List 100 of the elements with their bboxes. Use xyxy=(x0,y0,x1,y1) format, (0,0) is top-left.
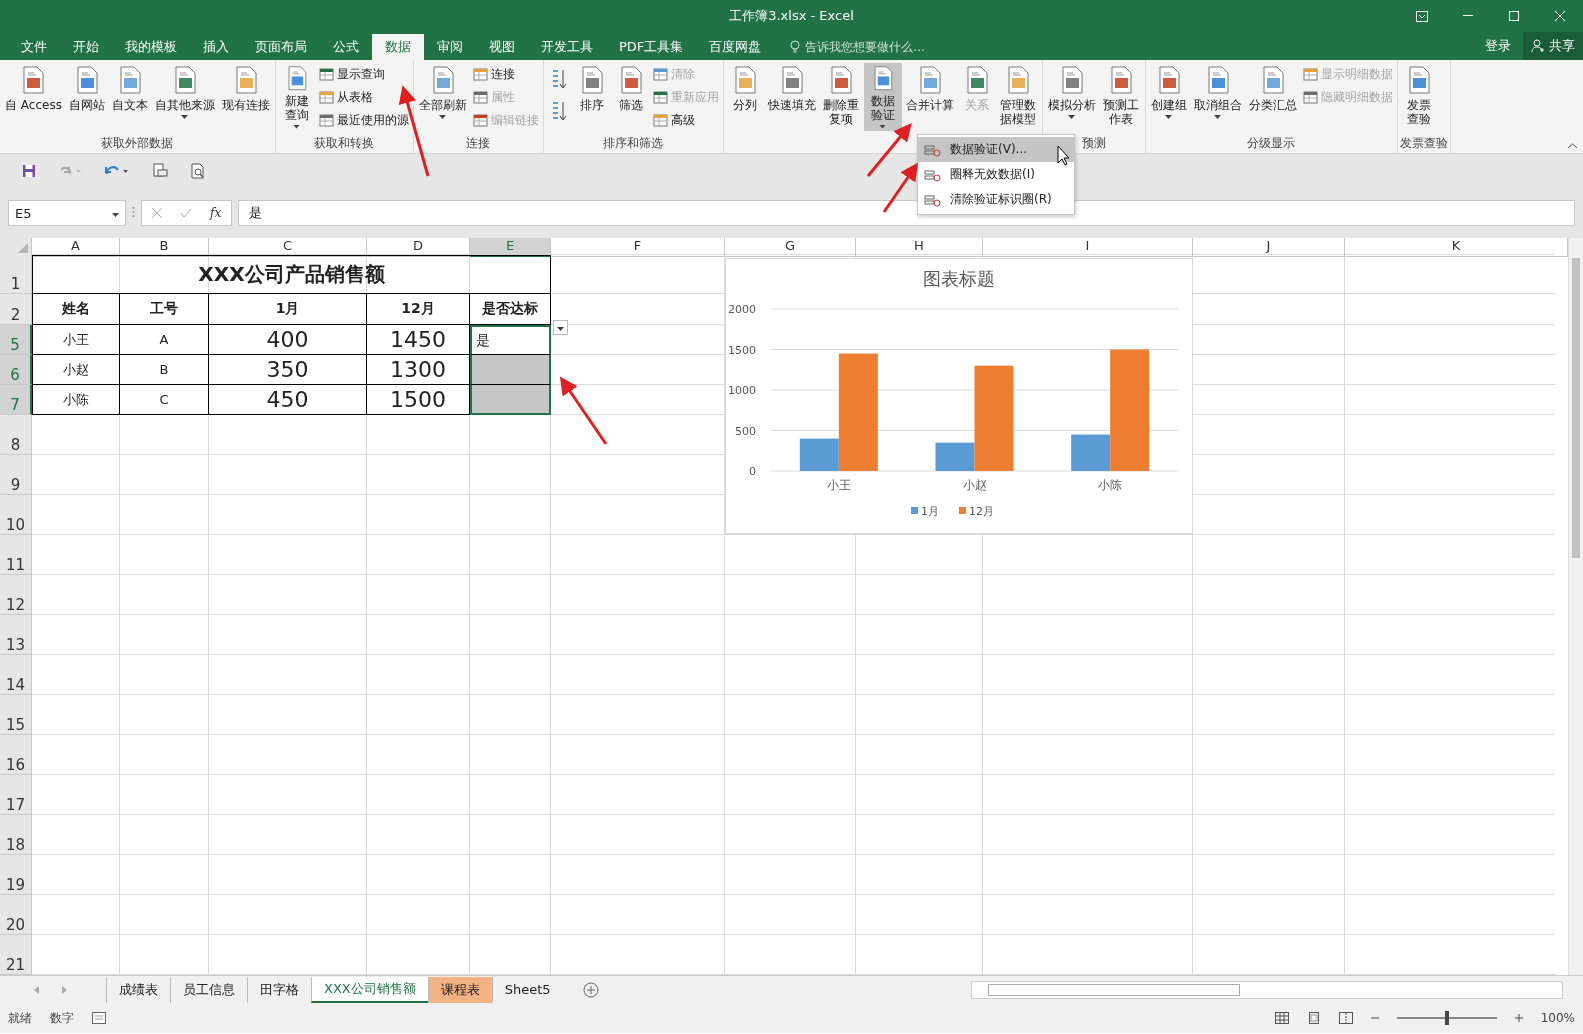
sign-in-link[interactable]: 登录 xyxy=(1473,37,1523,55)
validation-icon xyxy=(924,142,942,157)
ribbon-button[interactable]: 快速填充 xyxy=(764,63,819,131)
add-sheet-icon[interactable] xyxy=(582,981,599,998)
ribbon-button[interactable]: 自网站 xyxy=(65,63,108,131)
cancel-icon[interactable] xyxy=(152,208,162,218)
normal-view-icon[interactable] xyxy=(1274,1012,1289,1024)
ribbon-button[interactable]: 数据验证 xyxy=(863,63,902,131)
ribbon-button[interactable]: 分列 xyxy=(725,63,764,131)
column-label[interactable]: K xyxy=(1345,238,1568,257)
ribbon-button[interactable]: 发票查验 xyxy=(1399,63,1438,131)
column-label[interactable]: B xyxy=(120,238,209,257)
ribbon-tab[interactable]: 公式 xyxy=(320,34,372,60)
ribbon-button[interactable]: 从表格 xyxy=(316,87,411,108)
name-box[interactable]: E5 xyxy=(8,200,126,226)
row-label[interactable]: 14 xyxy=(0,655,32,695)
ribbon-button[interactable]: 管理数据模型 xyxy=(996,63,1040,131)
row-label[interactable]: 10 xyxy=(0,495,32,535)
ribbon-button[interactable]: 预测工作表 xyxy=(1099,63,1143,131)
ribbon-button[interactable]: 自 Access xyxy=(2,63,65,131)
ribbon-button[interactable]: 自文本 xyxy=(108,63,151,131)
page-break-icon[interactable] xyxy=(1338,1012,1353,1024)
row-label[interactable]: 1 xyxy=(0,255,32,294)
row-label[interactable]: 17 xyxy=(0,775,32,815)
ribbon-tab[interactable]: 插入 xyxy=(190,34,242,60)
ribbon-button[interactable]: 取消组合 xyxy=(1190,63,1245,131)
ribbon-tab[interactable]: 视图 xyxy=(476,34,528,60)
column-label[interactable]: A xyxy=(32,238,120,257)
vertical-scrollbar[interactable] xyxy=(1568,238,1583,975)
sheet-tab[interactable]: 课程表 xyxy=(427,976,492,1003)
zoom-thumb[interactable] xyxy=(1444,1011,1449,1025)
zoom-out-icon[interactable] xyxy=(1370,1014,1379,1022)
ribbon-tab[interactable]: 我的模板 xyxy=(112,34,190,60)
insert-function-button[interactable]: fx xyxy=(210,206,222,220)
row-label[interactable]: 18 xyxy=(0,815,32,855)
zoom-level[interactable]: 100% xyxy=(1540,1011,1575,1025)
ribbon-button[interactable]: 合并计算 xyxy=(902,63,957,131)
row-label[interactable]: 15 xyxy=(0,695,32,735)
macro-icon[interactable] xyxy=(92,1012,106,1024)
ribbon-button[interactable]: 创建组 xyxy=(1147,63,1190,131)
ribbon-button[interactable]: 自其他来源 xyxy=(151,63,218,131)
ribbon-tab[interactable]: 开始 xyxy=(60,34,112,60)
column-label[interactable]: I xyxy=(983,238,1193,257)
menu-item[interactable]: 圈释无效数据(I) xyxy=(918,162,1074,187)
ribbon-button[interactable]: 排序 xyxy=(572,63,611,131)
selected-cell[interactable] xyxy=(470,385,551,415)
ribbon-button[interactable]: 分类汇总 xyxy=(1245,63,1300,131)
dropdown-button[interactable] xyxy=(553,320,568,335)
row-label[interactable]: 20 xyxy=(0,895,32,935)
ribbon-tab[interactable]: 百度网盘 xyxy=(696,34,775,60)
ribbon-button[interactable]: 最近使用的源 xyxy=(316,110,411,131)
row-label[interactable]: 16 xyxy=(0,735,32,775)
row-label[interactable]: 19 xyxy=(0,855,32,895)
menu-item[interactable]: 数据验证(V)... xyxy=(918,137,1074,162)
zoom-in-icon[interactable] xyxy=(1514,1014,1523,1022)
ribbon-button[interactable]: 连接 xyxy=(470,64,541,85)
column-header: 1月 xyxy=(209,294,367,325)
horizontal-scrollbar[interactable] xyxy=(971,980,1563,999)
ribbon-tab[interactable]: 页面布局 xyxy=(242,34,320,60)
ribbon-button[interactable]: 显示查询 xyxy=(316,64,411,85)
ribbon-tab[interactable]: PDF工具集 xyxy=(606,34,697,60)
ribbon-tab[interactable]: 数据 xyxy=(372,34,424,60)
ribbon-tab[interactable]: 审阅 xyxy=(424,34,476,60)
ribbon-button[interactable]: 现有连接 xyxy=(218,63,273,131)
ribbon-button[interactable]: 全部刷新 xyxy=(415,63,470,131)
ribbon-button[interactable]: 模拟分析 xyxy=(1044,63,1099,131)
row-label[interactable]: 2 xyxy=(0,294,32,325)
group-label: 预测 xyxy=(1080,136,1107,152)
row-label[interactable]: 7 xyxy=(0,385,32,415)
enter-icon[interactable] xyxy=(180,208,192,218)
row-label[interactable]: 12 xyxy=(0,575,32,615)
column-label[interactable]: F xyxy=(551,238,725,257)
sheet-tab[interactable]: XXX公司销售额 xyxy=(311,976,428,1003)
tell-me-field[interactable]: 告诉我您想要做什么... xyxy=(790,34,925,60)
row-label[interactable]: 5 xyxy=(0,325,32,355)
row-label[interactable]: 8 xyxy=(0,415,32,455)
table-cell: B xyxy=(120,355,209,385)
row-label[interactable]: 9 xyxy=(0,455,32,495)
ribbon-button[interactable]: 新建查询 xyxy=(277,63,316,131)
column-label[interactable]: C xyxy=(209,238,367,257)
row-label[interactable]: 13 xyxy=(0,615,32,655)
row-label[interactable]: 6 xyxy=(0,355,32,385)
collapse-ribbon-icon[interactable] xyxy=(1568,143,1577,149)
column-label[interactable]: G xyxy=(725,238,856,257)
ribbon-tab[interactable]: 文件 xyxy=(8,34,60,60)
page-layout-icon[interactable] xyxy=(1306,1012,1321,1024)
ribbon-button[interactable]: 删除重复项 xyxy=(819,63,863,131)
row-label[interactable]: 11 xyxy=(0,535,32,575)
share-button[interactable]: 共享 xyxy=(1523,32,1583,60)
ribbon-button[interactable]: 高级 xyxy=(650,110,721,131)
sheet-tab[interactable]: 成绩表 xyxy=(106,976,170,1003)
ribbon-button[interactable]: 筛选 xyxy=(611,63,650,131)
selected-cell[interactable] xyxy=(470,355,551,385)
column-label[interactable]: J xyxy=(1193,238,1345,257)
column-label[interactable]: H xyxy=(856,238,983,257)
column-label[interactable]: E xyxy=(470,238,551,257)
sheet-tab[interactable]: 员工信息 xyxy=(170,976,247,1003)
sheet-tab[interactable]: Sheet5 xyxy=(491,976,563,1003)
row-label[interactable]: 21 xyxy=(0,935,32,975)
ribbon-tab[interactable]: 开发工具 xyxy=(528,34,606,60)
